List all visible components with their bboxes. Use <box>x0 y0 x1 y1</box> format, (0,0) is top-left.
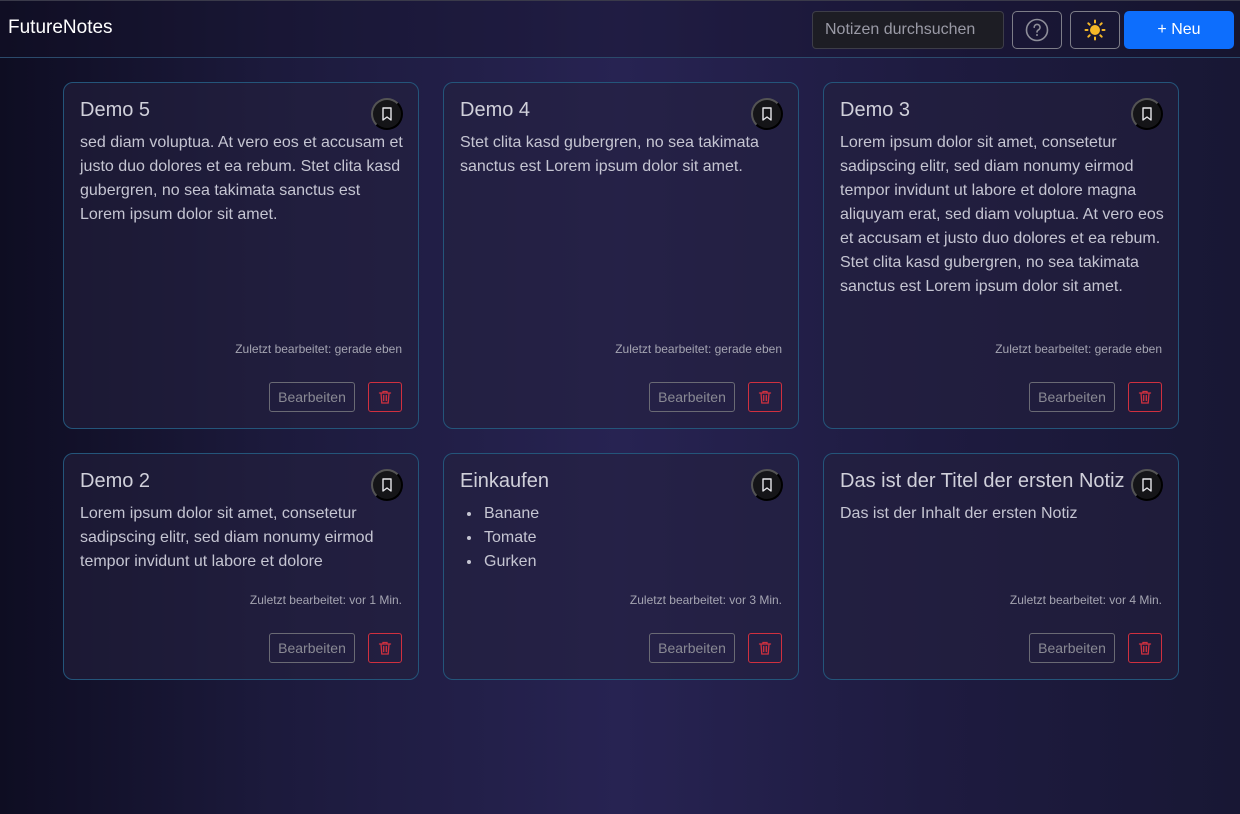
note-content: Das ist der Inhalt der ersten Notiz <box>840 505 1078 522</box>
edit-button[interactable]: Bearbeiten <box>269 633 355 663</box>
note-content: Lorem ipsum dolor sit amet, consetetur s… <box>80 505 374 570</box>
list-item: Banane <box>482 502 539 526</box>
app-brand[interactable]: FutureNotes <box>8 17 113 39</box>
bookmark-icon <box>1142 478 1152 492</box>
bookmark-icon <box>762 107 772 121</box>
delete-button[interactable] <box>368 633 402 663</box>
bookmark-icon <box>1142 107 1152 121</box>
list-item: Gurken <box>482 550 539 574</box>
help-button[interactable] <box>1012 11 1062 49</box>
last-edited-text: Zuletzt bearbeitet: gerade eben <box>995 342 1162 356</box>
trash-icon <box>378 641 392 655</box>
list-item: Tomate <box>482 526 539 550</box>
note-title: Das ist der Titel der ersten Notiz <box>840 470 1125 492</box>
bookmark-icon <box>762 478 772 492</box>
delete-button[interactable] <box>748 382 782 412</box>
bookmark-button[interactable] <box>751 469 783 501</box>
delete-button[interactable] <box>368 382 402 412</box>
bookmark-button[interactable] <box>1131 469 1163 501</box>
theme-toggle-button[interactable] <box>1070 11 1120 49</box>
delete-button[interactable] <box>1128 633 1162 663</box>
delete-button[interactable] <box>1128 382 1162 412</box>
delete-button[interactable] <box>748 633 782 663</box>
edit-button[interactable]: Bearbeiten <box>1029 633 1115 663</box>
bookmark-button[interactable] <box>751 98 783 130</box>
trash-icon <box>1138 390 1152 404</box>
note-card: Einkaufen Banane Tomate Gurken Zuletzt b… <box>443 453 799 680</box>
bookmark-icon <box>382 107 392 121</box>
trash-icon <box>1138 641 1152 655</box>
note-card: Demo 3 Lorem ipsum dolor sit amet, conse… <box>823 82 1179 429</box>
note-title: Demo 5 <box>80 99 151 121</box>
edit-button[interactable]: Bearbeiten <box>269 382 355 412</box>
edit-button[interactable]: Bearbeiten <box>1029 382 1115 412</box>
bookmark-icon <box>382 478 392 492</box>
note-card: Demo 5 sed diam voluptua. At vero eos et… <box>63 82 419 429</box>
trash-icon <box>758 390 772 404</box>
note-content: Stet clita kasd gubergren, no sea takima… <box>460 134 759 175</box>
note-card: Das ist der Titel der ersten Notiz Das i… <box>823 453 1179 680</box>
last-edited-text: Zuletzt bearbeitet: vor 4 Min. <box>1009 593 1162 607</box>
trash-icon <box>758 641 772 655</box>
note-content: sed diam voluptua. At vero eos et accusa… <box>80 134 403 223</box>
new-note-button[interactable]: + Neu <box>1124 11 1234 49</box>
top-navbar: FutureNotes + Neu <box>0 0 1240 58</box>
note-content: Lorem ipsum dolor sit amet, consetetur s… <box>840 134 1164 295</box>
note-title: Demo 2 <box>80 470 151 492</box>
note-title: Demo 3 <box>840 99 911 121</box>
note-card: Demo 4 Stet clita kasd gubergren, no sea… <box>443 82 799 429</box>
edit-button[interactable]: Bearbeiten <box>649 382 735 412</box>
search-input[interactable] <box>812 11 1004 49</box>
last-edited-text: Zuletzt bearbeitet: gerade eben <box>235 342 402 356</box>
note-card: Demo 2 Lorem ipsum dolor sit amet, conse… <box>63 453 419 680</box>
note-title: Demo 4 <box>460 99 531 121</box>
last-edited-text: Zuletzt bearbeitet: vor 1 Min. <box>249 593 402 607</box>
help-circle-icon <box>1025 18 1049 42</box>
bookmark-button[interactable] <box>371 98 403 130</box>
bookmark-button[interactable] <box>1131 98 1163 130</box>
note-list: Banane Tomate Gurken <box>460 502 539 574</box>
trash-icon <box>378 390 392 404</box>
sun-icon <box>1084 19 1106 41</box>
bookmark-button[interactable] <box>371 469 403 501</box>
edit-button[interactable]: Bearbeiten <box>649 633 735 663</box>
note-title: Einkaufen <box>460 470 549 492</box>
last-edited-text: Zuletzt bearbeitet: gerade eben <box>615 342 782 356</box>
last-edited-text: Zuletzt bearbeitet: vor 3 Min. <box>629 593 782 607</box>
